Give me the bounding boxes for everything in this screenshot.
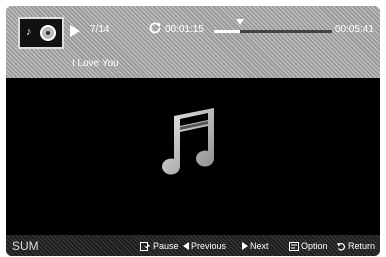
control-guide-bar: SUM Pause Previous Next Option Return bbox=[6, 235, 380, 256]
media-player-screen: ♪ 7/14 00:01:15 00:05:41 I Love You SUM bbox=[6, 6, 380, 256]
progress-handle[interactable] bbox=[235, 19, 244, 25]
progress-bar[interactable] bbox=[214, 30, 332, 33]
previous-button[interactable]: Previous bbox=[183, 241, 226, 251]
option-label: Option bbox=[301, 241, 328, 251]
progress-fill bbox=[214, 30, 240, 33]
pause-button[interactable]: Pause bbox=[140, 241, 179, 251]
next-label: Next bbox=[250, 241, 269, 251]
elapsed-time: 00:01:15 bbox=[165, 24, 204, 35]
music-note-icon bbox=[162, 108, 215, 175]
now-playing-header: ♪ 7/14 00:01:15 00:05:41 I Love You bbox=[6, 6, 380, 78]
return-button[interactable]: Return bbox=[337, 241, 375, 251]
total-time: 00:05:41 bbox=[335, 24, 374, 35]
disc-icon bbox=[40, 25, 56, 41]
next-button[interactable]: Next bbox=[242, 241, 269, 251]
return-icon bbox=[337, 242, 346, 251]
pause-label: Pause bbox=[153, 241, 179, 251]
song-title: I Love You bbox=[72, 58, 119, 69]
option-icon bbox=[289, 241, 299, 251]
option-button[interactable]: Option bbox=[289, 241, 328, 251]
next-arrow-icon bbox=[242, 242, 248, 250]
source-label: SUM bbox=[12, 239, 39, 253]
track-counter: 7/14 bbox=[90, 24, 110, 35]
previous-arrow-icon bbox=[183, 242, 189, 250]
pause-enter-icon bbox=[140, 241, 151, 251]
album-art-thumbnail: ♪ bbox=[18, 17, 64, 49]
music-note-icon: ♪ bbox=[26, 26, 32, 38]
play-status-icon bbox=[70, 25, 80, 37]
repeat-icon bbox=[149, 22, 161, 34]
return-label: Return bbox=[348, 241, 376, 251]
previous-label: Previous bbox=[191, 241, 227, 251]
